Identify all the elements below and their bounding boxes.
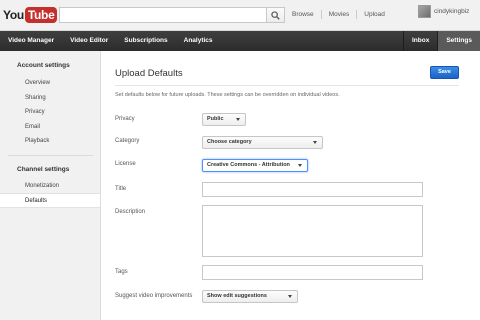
title-input[interactable]	[202, 182, 423, 197]
save-button[interactable]: Save	[430, 66, 459, 79]
category-value: Choose category	[207, 139, 252, 145]
sidebar-item-email[interactable]: Email	[0, 120, 100, 135]
divider	[320, 10, 322, 19]
settings-sidebar: Account settings Overview Sharing Privac…	[0, 51, 101, 320]
sidebar-item-sharing[interactable]: Sharing	[0, 91, 100, 106]
youtube-logo[interactable]: You Tube	[3, 5, 58, 25]
channel-settings-heading[interactable]: Channel settings	[0, 163, 100, 176]
chevron-down-icon	[236, 118, 240, 121]
nav-video-manager[interactable]: Video Manager	[0, 31, 62, 51]
nav-inbox[interactable]: Inbox	[403, 31, 437, 51]
nav-analytics[interactable]: Analytics	[176, 31, 221, 51]
chevron-down-icon	[288, 295, 292, 298]
search-input[interactable]	[59, 7, 285, 23]
search-icon	[271, 10, 280, 20]
nav-video-editor[interactable]: Video Editor	[62, 31, 116, 51]
movies-link[interactable]: Movies	[329, 11, 350, 18]
nav-settings[interactable]: Settings	[437, 31, 480, 51]
license-value: Creative Commons - Attribution	[207, 162, 290, 168]
upload-defaults-panel: Upload Defaults Save Set defaults below …	[101, 51, 480, 320]
privacy-dropdown[interactable]: Public	[202, 113, 246, 126]
category-dropdown[interactable]: Choose category	[202, 136, 323, 149]
username[interactable]: cindykingbiz	[434, 8, 469, 15]
sidebar-item-defaults[interactable]: Defaults	[0, 193, 100, 208]
top-header: You Tube Browse Movies Upload cindykingb…	[0, 0, 480, 31]
account-settings-heading[interactable]: Account settings	[0, 59, 100, 72]
suggest-improvements-dropdown[interactable]: Show edit suggestions	[202, 290, 298, 303]
category-label: Category	[115, 138, 140, 144]
privacy-value: Public	[207, 116, 224, 122]
chevron-down-icon	[298, 164, 302, 167]
description-label: Description	[115, 209, 146, 215]
user-menu[interactable]: cindykingbiz	[418, 5, 469, 18]
browse-link[interactable]: Browse	[292, 11, 314, 18]
sidebar-divider	[8, 154, 93, 156]
privacy-label: Privacy	[115, 116, 135, 122]
search-button[interactable]	[266, 7, 285, 23]
suggest-improvements-value: Show edit suggestions	[207, 293, 267, 299]
divider	[356, 10, 358, 19]
license-label: License	[115, 161, 136, 167]
chevron-down-icon	[313, 141, 317, 144]
nav-subscriptions[interactable]: Subscriptions	[116, 31, 175, 51]
title-label: Title	[115, 186, 127, 192]
page-title: Upload Defaults	[115, 68, 183, 79]
sidebar-item-monetization[interactable]: Monetization	[0, 179, 100, 194]
sidebar-item-playback[interactable]: Playback	[0, 134, 100, 149]
tags-label: Tags	[115, 269, 128, 275]
logo-tube-text: Tube	[24, 7, 58, 23]
avatar[interactable]	[418, 5, 431, 18]
license-dropdown[interactable]: Creative Commons - Attribution	[202, 159, 308, 172]
top-links: Browse Movies Upload	[292, 10, 385, 19]
logo-you-text: You	[3, 8, 24, 22]
description-textarea[interactable]	[202, 205, 423, 257]
divider	[115, 85, 459, 86]
main-nav: Video Manager Video Editor Subscriptions…	[0, 31, 480, 51]
page-description: Set defaults below for future uploads. T…	[115, 92, 340, 98]
sidebar-item-overview[interactable]: Overview	[0, 76, 100, 91]
sidebar-item-privacy[interactable]: Privacy	[0, 105, 100, 120]
upload-link[interactable]: Upload	[364, 11, 385, 18]
suggest-improvements-label: Suggest video improvements	[115, 293, 193, 299]
tags-input[interactable]	[202, 265, 423, 280]
